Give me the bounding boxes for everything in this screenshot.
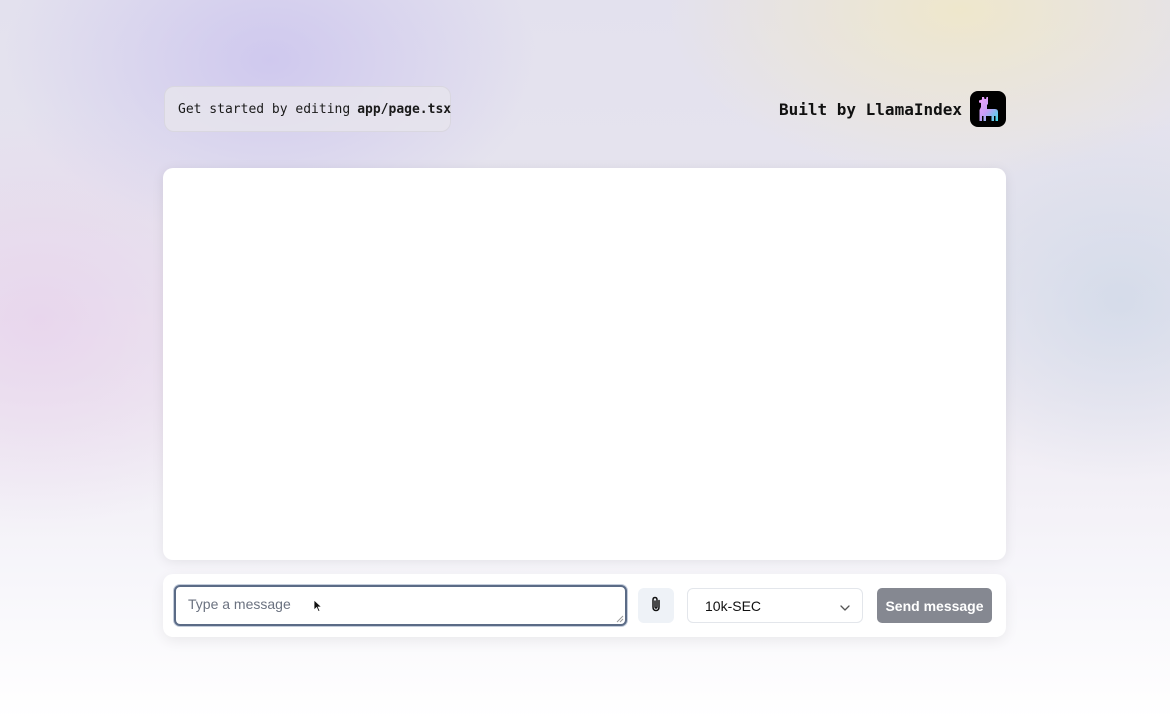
getting-started-hint: Get started by editing app/page.tsx [164, 86, 451, 132]
attach-file-button[interactable] [638, 588, 674, 623]
llama-icon [970, 91, 1006, 127]
chat-input-bar: 10k-SEC Send message [163, 574, 1006, 637]
chat-messages-panel [163, 168, 1006, 560]
hint-text: Get started by editing [178, 101, 351, 117]
brand-text: Built by LlamaIndex [778, 99, 962, 119]
message-input[interactable] [174, 585, 627, 626]
model-select-value: 10k-SEC [705, 597, 762, 614]
send-message-button[interactable]: Send message [877, 588, 992, 623]
hint-code-path: app/page.tsx [357, 101, 452, 117]
paperclip-icon [650, 596, 662, 615]
model-select[interactable]: 10k-SEC [687, 588, 863, 623]
built-by-link[interactable]: Built by LlamaIndex [779, 91, 1006, 127]
chevron-down-icon [840, 598, 850, 614]
